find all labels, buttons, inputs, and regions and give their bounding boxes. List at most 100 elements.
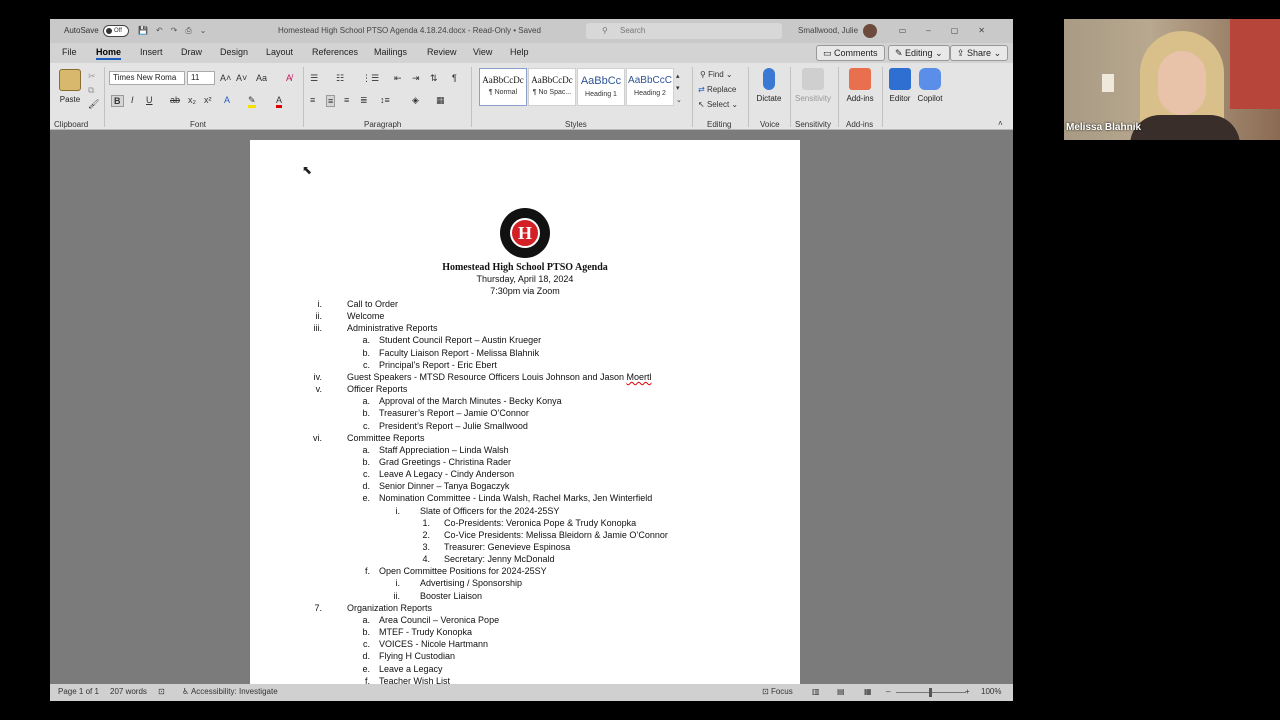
avatar[interactable] <box>863 24 877 38</box>
font-color-icon[interactable]: A <box>276 95 283 108</box>
document-canvas[interactable]: ⬉ H Homestead High School PTSO Agenda Th… <box>50 131 1013 700</box>
replace-button[interactable]: ⇄ Replace <box>698 85 736 95</box>
tab-design[interactable]: Design <box>220 47 248 57</box>
paste-button[interactable]: Paste <box>58 69 82 104</box>
tab-review[interactable]: Review <box>427 47 457 57</box>
style-normal[interactable]: AaBbCcDc ¶ Normal <box>479 68 527 106</box>
document-page[interactable]: ⬉ H Homestead High School PTSO Agenda Th… <box>250 140 800 700</box>
web-layout-icon[interactable]: ▦ <box>864 687 872 696</box>
agenda-item-number: c. <box>362 359 370 370</box>
page-count[interactable]: Page 1 of 1 <box>58 687 99 696</box>
addins-label: Add-ins <box>846 94 874 103</box>
tab-file[interactable]: File <box>62 47 77 57</box>
tab-references[interactable]: References <box>312 47 358 57</box>
tab-insert[interactable]: Insert <box>140 47 163 57</box>
print-layout-icon[interactable]: ▤ <box>837 687 845 696</box>
bold-icon[interactable]: B <box>111 95 124 107</box>
copy-icon[interactable]: ⧉ <box>88 85 94 95</box>
zoom-slider[interactable] <box>896 688 966 697</box>
font-name-select[interactable]: Times New Roma <box>109 71 185 85</box>
style-no-spacing[interactable]: AaBbCcDc ¶ No Spac... <box>528 68 576 106</box>
autosave-toggle[interactable]: Off <box>103 25 129 37</box>
underline-icon[interactable]: U <box>146 95 153 105</box>
cut-icon[interactable]: ✂ <box>88 71 96 81</box>
shrink-font-icon[interactable]: A˅ <box>236 73 247 83</box>
tab-home[interactable]: Home <box>96 47 122 60</box>
editor-button[interactable]: Editor <box>886 68 914 103</box>
focus-button[interactable]: ⊡ Focus <box>762 687 793 696</box>
zoom-in-icon[interactable]: + <box>965 687 970 696</box>
line-spacing-icon[interactable]: ↕≡ <box>380 95 390 105</box>
accessibility-status[interactable]: ♿ Accessibility: Investigate <box>182 687 278 696</box>
font-size-select[interactable]: 11 <box>187 71 215 85</box>
style-name: Heading 1 <box>585 91 617 98</box>
agenda-item-number: 7. <box>314 602 322 613</box>
styles-scroll-icon[interactable]: ▴ ▾ ⌄ <box>676 71 682 107</box>
bullets-icon[interactable]: ☰ <box>310 73 318 83</box>
collapse-ribbon-icon[interactable]: ˄ <box>998 119 1003 129</box>
decrease-indent-icon[interactable]: ⇤ <box>394 73 402 83</box>
agenda-item-label: Treasurer: Genevieve Espinosa <box>444 542 571 552</box>
agenda-item-text: Slate of Officers for the 2024-25SY <box>420 505 559 517</box>
webcam-light-switch <box>1102 74 1114 92</box>
numbering-icon[interactable]: ☷ <box>336 73 344 83</box>
style-heading-1[interactable]: AaBbCc Heading 1 <box>577 68 625 106</box>
change-case-icon[interactable]: Aa <box>256 73 267 83</box>
align-center-icon[interactable]: ≡ <box>326 95 336 107</box>
select-button[interactable]: ↖ Select ⌄ <box>698 100 738 110</box>
grow-font-icon[interactable]: A˄ <box>220 73 231 83</box>
multilevel-list-icon[interactable]: ⋮☰ <box>362 73 379 83</box>
agenda-item-label: Faculty Liaison Report - Melissa Blahnik <box>379 347 540 358</box>
agenda-item-text: MTEF - Trudy Konopka <box>379 626 472 638</box>
align-left-icon[interactable]: ≡ <box>310 95 315 105</box>
subscript-icon[interactable]: x₂ <box>188 95 196 105</box>
read-mode-icon[interactable]: ▥ <box>812 687 820 696</box>
find-button[interactable]: ⚲ Find ⌄ <box>700 70 733 80</box>
sort-icon[interactable]: ⇅ <box>430 73 438 83</box>
sensitivity-button[interactable]: Sensitivity <box>794 68 832 103</box>
addins-button[interactable]: Add-ins <box>843 68 877 103</box>
comments-button[interactable]: ▭ Comments <box>816 45 885 61</box>
word-count[interactable]: 207 words <box>110 687 147 696</box>
participant-name: Melissa Blahnik <box>1066 122 1142 133</box>
agenda-item-number: 1. <box>422 517 430 528</box>
tab-view[interactable]: View <box>473 47 492 57</box>
highlight-icon[interactable]: ✎ <box>248 95 256 108</box>
borders-icon[interactable]: ▦ <box>436 95 445 105</box>
increase-indent-icon[interactable]: ⇥ <box>412 73 420 83</box>
ptso-logo: H <box>500 208 550 258</box>
zoom-out-icon[interactable]: – <box>886 687 890 696</box>
pilcrow-icon[interactable]: ¶ <box>452 73 457 83</box>
tab-draw[interactable]: Draw <box>181 47 202 57</box>
agenda-item-number: c. <box>362 420 370 431</box>
format-painter-icon[interactable]: 🖌 <box>88 99 99 109</box>
editing-mode-button[interactable]: ✎ Editing ⌄ <box>888 45 950 61</box>
tab-help[interactable]: Help <box>510 47 529 57</box>
share-button[interactable]: ⇪ Share ⌄ <box>950 45 1009 61</box>
spelling-flagged-word[interactable]: Moertl <box>626 372 651 382</box>
style-heading-2[interactable]: AaBbCcC Heading 2 <box>626 68 674 106</box>
tab-layout[interactable]: Layout <box>266 47 293 57</box>
proofing-icon[interactable]: ⊡ <box>158 687 165 696</box>
clear-formatting-icon[interactable]: A̸ <box>286 73 292 83</box>
shading-icon[interactable]: ◈ <box>412 95 419 105</box>
copilot-button[interactable]: Copilot <box>914 68 946 103</box>
justify-icon[interactable]: ≣ <box>360 95 368 105</box>
agenda-item-text: Guest Speakers - MTSD Resource Officers … <box>347 371 651 383</box>
agenda-item-text: Organization Reports <box>347 602 432 614</box>
zoom-level[interactable]: 100% <box>981 687 1001 696</box>
agenda-item-label: Grad Greetings - Christina Rader <box>379 456 512 467</box>
search-input[interactable]: ⚲ Search <box>586 23 782 39</box>
dictate-button[interactable]: Dictate <box>754 68 784 103</box>
italic-icon[interactable]: I <box>131 95 134 105</box>
agenda-item-number: b. <box>362 627 370 638</box>
user-name[interactable]: Smallwood, Julie <box>798 19 858 43</box>
divider <box>748 67 749 127</box>
quick-access-icons[interactable]: 💾↶↷⎙⌄ <box>138 19 214 43</box>
strikethrough-icon[interactable]: ab <box>170 95 180 105</box>
superscript-icon[interactable]: x² <box>204 95 212 105</box>
tab-mailings[interactable]: Mailings <box>374 47 407 57</box>
align-right-icon[interactable]: ≡ <box>344 95 349 105</box>
window-controls[interactable]: ▭–▢✕ <box>899 19 1005 43</box>
text-effects-icon[interactable]: A <box>224 95 230 105</box>
